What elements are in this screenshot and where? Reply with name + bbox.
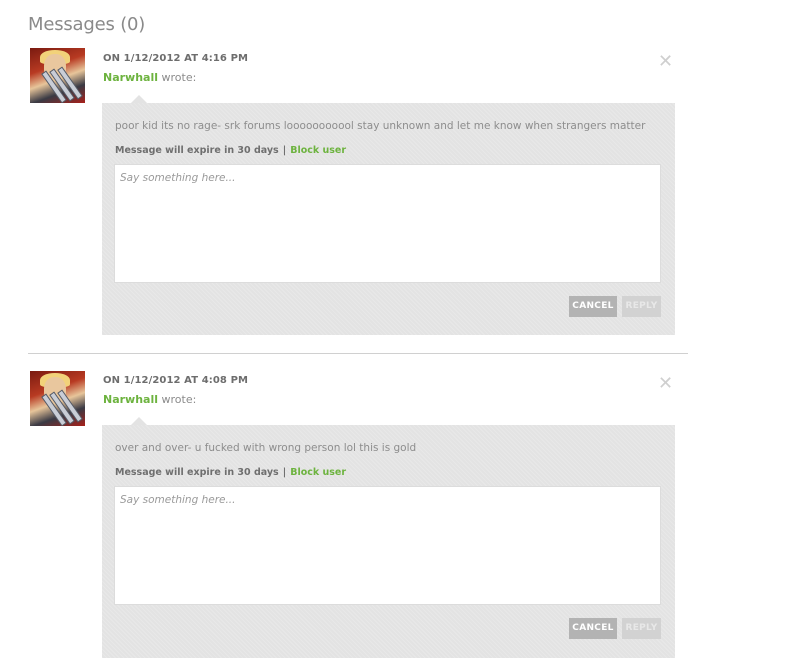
reply-textarea[interactable] xyxy=(114,164,661,283)
close-icon[interactable]: ✕ xyxy=(658,53,673,71)
expire-line: Message will expire in 30 days | Block use… xyxy=(115,145,346,156)
page-title: Messages (0) xyxy=(28,14,146,35)
author-name-link[interactable]: Narwhall xyxy=(103,393,158,406)
wrote-label: wrote: xyxy=(158,393,197,406)
expire-text: Message will expire in 30 days xyxy=(115,145,279,156)
reply-button[interactable]: REPLY xyxy=(622,296,661,317)
avatar[interactable] xyxy=(30,48,85,103)
expire-line: Message will expire in 30 days | Block use… xyxy=(115,467,346,478)
cancel-button[interactable]: CANCEL xyxy=(569,618,617,639)
cancel-button[interactable]: CANCEL xyxy=(569,296,617,317)
message-body: over and over- u fucked with wrong perso… xyxy=(115,442,417,454)
author-line: Narwhall wrote: xyxy=(103,71,196,84)
expire-text: Message will expire in 30 days xyxy=(115,467,279,478)
message-date: ON 1/12/2012 AT 4:08 PM xyxy=(103,375,249,386)
block-user-link[interactable]: Block user xyxy=(290,145,346,156)
avatar[interactable] xyxy=(30,371,85,426)
wrote-label: wrote: xyxy=(158,71,197,84)
divider xyxy=(28,353,688,354)
message-date: ON 1/12/2012 AT 4:16 PM xyxy=(103,53,249,64)
author-name-link[interactable]: Narwhall xyxy=(103,71,158,84)
message-bubble: over and over- u fucked with wrong perso… xyxy=(102,425,675,658)
reply-button[interactable]: REPLY xyxy=(622,618,661,639)
block-user-link[interactable]: Block user xyxy=(290,467,346,478)
separator: | xyxy=(282,467,287,478)
message-body: poor kid its no rage- srk forums loooooo… xyxy=(115,120,646,132)
separator: | xyxy=(282,145,287,156)
messages-page: Messages (0) ON 1/12/2012 AT 4:16 PM Nar… xyxy=(0,0,800,671)
message-bubble: poor kid its no rage- srk forums loooooo… xyxy=(102,103,675,335)
close-icon[interactable]: ✕ xyxy=(658,375,673,393)
author-line: Narwhall wrote: xyxy=(103,393,196,406)
reply-textarea[interactable] xyxy=(114,486,661,605)
